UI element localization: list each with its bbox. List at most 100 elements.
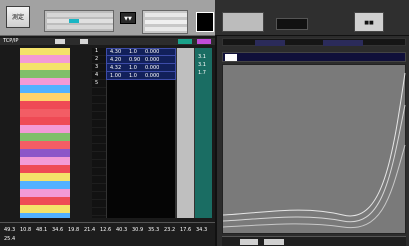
bottom-cell: 17.6 bbox=[180, 227, 192, 233]
row-number-4: 4 bbox=[95, 72, 99, 78]
keypad-grid bbox=[44, 10, 114, 32]
options-grid bbox=[142, 10, 188, 34]
bar-row bbox=[20, 78, 70, 85]
table-row[interactable]: 4.20 0.90 0.000 bbox=[107, 57, 177, 64]
bar-row bbox=[20, 117, 70, 125]
bottom-cell: 21.4 bbox=[84, 227, 96, 233]
right-left-button[interactable] bbox=[222, 12, 264, 32]
bottom-cell: 12.6 bbox=[100, 227, 112, 233]
table-row[interactable]: 4.30 1.0 0.000 bbox=[107, 49, 177, 56]
bar-row bbox=[20, 70, 70, 78]
measure-button[interactable]: 測定 bbox=[6, 6, 30, 28]
right-right-button[interactable]: ■■ bbox=[354, 12, 384, 32]
dropdown-button-label: ▼▼ bbox=[124, 16, 132, 22]
table-cell: 0.000 bbox=[145, 73, 160, 79]
table-body bbox=[106, 80, 176, 218]
right-input-field[interactable] bbox=[276, 18, 308, 30]
table-cell: 1.00 bbox=[110, 73, 122, 79]
bar-row bbox=[20, 85, 70, 93]
graph-area bbox=[222, 64, 406, 234]
options-row-2 bbox=[145, 20, 187, 24]
header-accent-teal[interactable] bbox=[178, 39, 192, 44]
right-tab-strip bbox=[222, 38, 406, 46]
bar-row bbox=[20, 157, 70, 165]
measure-button-label: 測定 bbox=[11, 14, 24, 21]
row-number-2: 2 bbox=[95, 56, 99, 62]
bottom-cell: 23.2 bbox=[164, 227, 176, 233]
keypad-row-3 bbox=[47, 25, 113, 29]
bottom-cell: 10.8 bbox=[20, 227, 32, 233]
right-subheader-button[interactable] bbox=[225, 54, 237, 61]
value-column-b-value: 1.7 bbox=[198, 70, 206, 76]
bottom-cell: 35.3 bbox=[148, 227, 160, 233]
bar-row bbox=[20, 149, 70, 157]
options-row-3 bbox=[145, 27, 187, 31]
bottom-tab-1[interactable] bbox=[240, 239, 258, 245]
right-subheader bbox=[222, 52, 406, 62]
table-cell: 4.20 bbox=[110, 57, 122, 63]
bar-row bbox=[20, 125, 70, 133]
bar-row bbox=[20, 181, 70, 189]
bottom-cell: 19.8 bbox=[68, 227, 80, 233]
bottom-cell: 40.3 bbox=[116, 227, 128, 233]
graph-curve-2 bbox=[222, 104, 406, 223]
table-row[interactable]: 4.32 1.0 0.000 bbox=[107, 65, 177, 72]
table-cell: 0.000 bbox=[145, 49, 160, 55]
table-cell: 4.32 bbox=[110, 65, 122, 71]
table-cell: 1.0 bbox=[129, 49, 137, 55]
keypad-highlight bbox=[69, 19, 79, 23]
bottom-cell: 34.6 bbox=[52, 227, 64, 233]
bar-row bbox=[20, 63, 70, 70]
data-table: 4.30 1.0 0.000 4.20 0.90 0.000 4.32 1.0 … bbox=[106, 48, 177, 80]
table-cell: 0.000 bbox=[145, 57, 160, 63]
right-bottom-bar bbox=[222, 236, 406, 246]
header-button-b[interactable] bbox=[80, 39, 88, 44]
bar-row bbox=[20, 189, 70, 197]
bar-row bbox=[20, 173, 70, 181]
colored-bar-stack bbox=[20, 48, 70, 218]
right-tab-2[interactable] bbox=[323, 40, 363, 46]
row-number-1: 1 bbox=[95, 48, 99, 54]
bottom-cell: 30.9 bbox=[132, 227, 144, 233]
graph-curve-3 bbox=[222, 144, 406, 229]
dropdown-button[interactable]: ▼▼ bbox=[120, 12, 136, 24]
bar-row bbox=[20, 93, 70, 101]
bar-row bbox=[20, 165, 70, 173]
options-row-1 bbox=[145, 13, 187, 17]
graph-curve-1 bbox=[222, 72, 406, 217]
bottom-tab-2[interactable] bbox=[264, 239, 284, 245]
right-right-button-label: ■■ bbox=[364, 20, 374, 26]
table-row[interactable]: 1.00 1.0 0.000 bbox=[107, 73, 177, 80]
bar-row bbox=[20, 48, 70, 55]
bottom-cell: 49.3 bbox=[4, 227, 16, 233]
row-number-5: 5 bbox=[95, 80, 99, 86]
bar-row bbox=[20, 213, 70, 218]
row-number-3: 3 bbox=[95, 64, 99, 70]
keypad-row-1 bbox=[47, 13, 113, 17]
table-cell: 1.0 bbox=[129, 73, 137, 79]
left-panel-header-label: TCP/IP bbox=[3, 38, 19, 44]
table-cell: 1.0 bbox=[129, 65, 137, 71]
left-panel-header: TCP/IP bbox=[0, 38, 215, 45]
value-column-b-value: 3.1 bbox=[198, 62, 206, 68]
bar-row bbox=[20, 55, 70, 63]
bar-row bbox=[20, 101, 70, 109]
right-tab-1[interactable] bbox=[255, 40, 285, 46]
bottom-value-strip: 49.3 10.8 48.1 34.6 19.8 21.4 12.6 40.3 … bbox=[0, 222, 215, 246]
value-column-b-value: 3.1 bbox=[198, 54, 206, 60]
bar-row bbox=[20, 109, 70, 117]
header-button-a[interactable] bbox=[55, 39, 65, 44]
bar-row bbox=[20, 205, 70, 213]
bottom-cell: 48.1 bbox=[36, 227, 48, 233]
bottom-cell: 25.4 bbox=[4, 236, 16, 242]
table-cell: 0.90 bbox=[129, 57, 141, 63]
graph-curves bbox=[222, 72, 406, 229]
bar-row bbox=[20, 197, 70, 205]
value-column-a bbox=[176, 48, 194, 218]
bar-row bbox=[20, 133, 70, 141]
keypad-row-2 bbox=[47, 19, 113, 23]
header-accent-purple[interactable] bbox=[197, 39, 211, 44]
status-indicator bbox=[196, 12, 214, 32]
row-number-column: 1 2 3 4 5 bbox=[92, 48, 106, 218]
bottom-cell: 34.3 bbox=[196, 227, 208, 233]
